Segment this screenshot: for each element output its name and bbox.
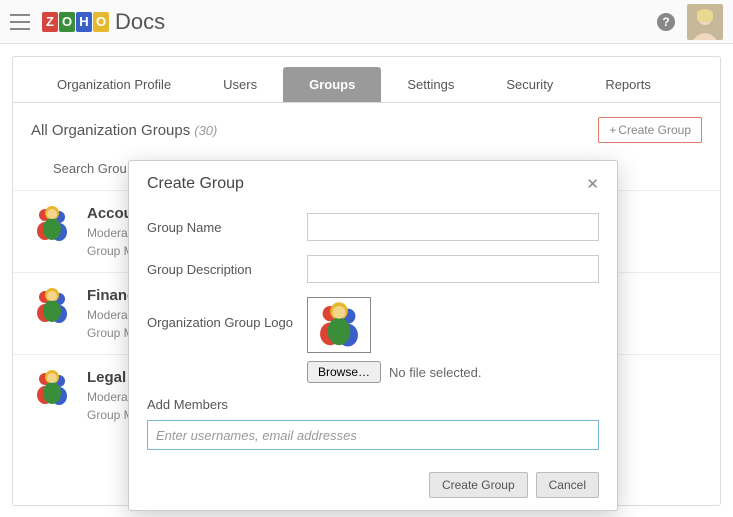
group-description-label: Group Description [147,262,307,277]
org-logo-label: Organization Group Logo [147,297,307,330]
close-icon[interactable]: ✕ [586,175,599,193]
group-logo-preview [307,297,371,353]
group-name: Legal [87,369,134,386]
admin-tabs: Organization Profile Users Groups Settin… [13,57,720,103]
cancel-button[interactable]: Cancel [536,472,599,498]
group-description-input[interactable] [307,255,599,283]
group-moderator: Modera [87,390,134,404]
zoho-logo-icon: Z O H O [42,12,109,32]
create-group-dialog: Create Group ✕ Group Name Group Descript… [128,160,618,511]
dialog-title: Create Group [147,175,586,193]
tab-security[interactable]: Security [480,67,579,102]
hamburger-menu-icon[interactable] [10,14,30,30]
plus-icon: + [609,123,616,137]
app-name: Docs [115,9,165,35]
search-group-label: Search Grou [53,161,127,176]
group-name: Accou [87,205,134,222]
group-icon [31,205,73,243]
user-avatar[interactable] [687,4,723,40]
group-icon [31,287,73,325]
group-name-input[interactable] [307,213,599,241]
page-title: All Organization Groups [31,122,190,139]
group-name-label: Group Name [147,220,307,235]
file-status: No file selected. [389,365,482,380]
create-group-button[interactable]: +Create Group [598,117,702,143]
group-icon [31,369,73,407]
group-moderator: Modera [87,226,134,240]
tab-users[interactable]: Users [197,67,283,102]
tab-reports[interactable]: Reports [579,67,677,102]
app-logo[interactable]: Z O H O Docs [42,9,165,35]
group-members: Group M [87,408,134,422]
add-members-input[interactable] [147,420,599,450]
tab-settings[interactable]: Settings [381,67,480,102]
add-members-label: Add Members [147,397,599,412]
tab-groups[interactable]: Groups [283,67,381,102]
create-group-submit-button[interactable]: Create Group [429,472,528,498]
help-icon[interactable]: ? [657,13,675,31]
browse-button[interactable]: Browse… [307,361,381,383]
tab-organization-profile[interactable]: Organization Profile [31,67,197,102]
group-members: Group M [87,244,134,258]
group-count: (30) [194,123,217,138]
